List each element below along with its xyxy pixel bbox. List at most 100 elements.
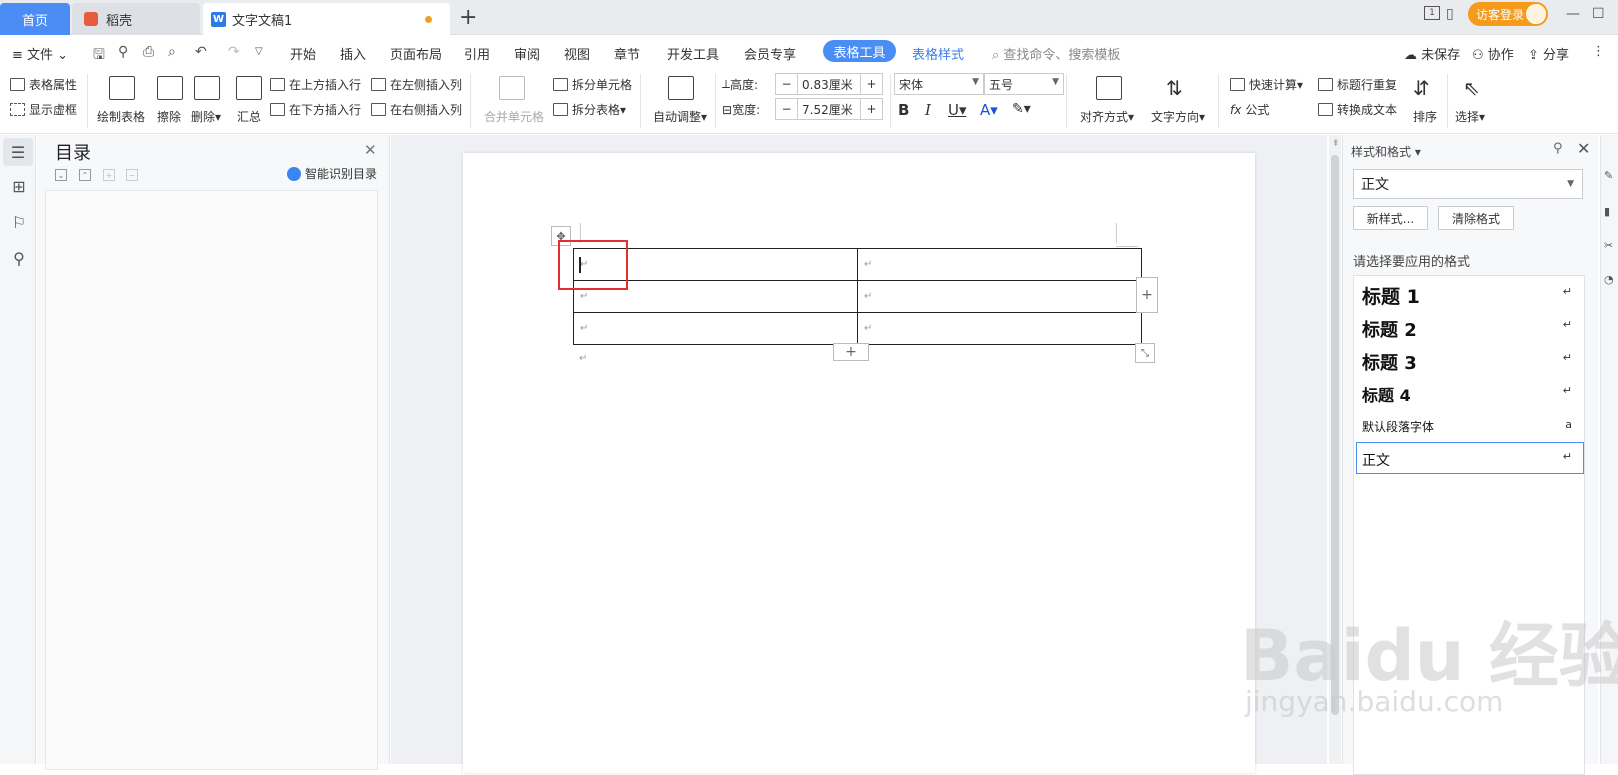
- bookmark-icon[interactable]: ⚐: [10, 213, 28, 232]
- more-menu-icon[interactable]: ⋮: [1592, 44, 1605, 59]
- document-page[interactable]: ✥ ↵ ↵ ↵ ↵ ↵ ↵ + + ⤡ ↵: [463, 153, 1255, 773]
- select-icon[interactable]: ▮: [1604, 205, 1616, 218]
- menu-dev-tools[interactable]: 开发工具: [667, 44, 719, 63]
- expand-icon[interactable]: ⌄: [55, 169, 67, 181]
- split-table-button[interactable]: 拆分表格 ▾: [553, 101, 626, 118]
- style-heading-2[interactable]: 标题 2: [1362, 316, 1417, 342]
- add-row-button[interactable]: +: [833, 343, 869, 361]
- scroll-top-icon[interactable]: ⇞: [1332, 139, 1340, 149]
- insert-left-button[interactable]: 在左侧插入列: [371, 76, 462, 93]
- delete-button[interactable]: 删除▾: [191, 108, 221, 125]
- tab-document[interactable]: W 文字文稿1: [203, 3, 450, 35]
- menu-member[interactable]: 会员专享: [744, 44, 796, 63]
- table-cell[interactable]: ↵: [857, 248, 1142, 281]
- menu-layout[interactable]: 页面布局: [390, 44, 442, 63]
- add-column-button[interactable]: +: [1136, 277, 1158, 313]
- tab-table-tools[interactable]: 表格工具: [823, 40, 896, 62]
- menu-insert[interactable]: 插入: [340, 44, 366, 63]
- highlight-icon[interactable]: ✎▾: [1012, 101, 1031, 117]
- window-count-icon[interactable]: 1: [1424, 6, 1440, 20]
- draw-table-button[interactable]: 绘制表格: [97, 108, 145, 125]
- login-button[interactable]: 访客登录: [1468, 2, 1548, 26]
- height-value[interactable]: 0.83厘米: [798, 76, 860, 93]
- width-value[interactable]: 7.52厘米: [798, 101, 860, 118]
- toc-icon[interactable]: ☰: [3, 138, 33, 166]
- remove-level-icon[interactable]: −: [126, 169, 138, 181]
- table-cell[interactable]: ↵: [857, 312, 1142, 345]
- minimize-button[interactable]: —: [1566, 6, 1580, 22]
- italic-icon[interactable]: I: [925, 101, 931, 119]
- formula-button[interactable]: fx 公式: [1230, 101, 1269, 118]
- menu-review[interactable]: 审阅: [514, 44, 540, 63]
- save-icon[interactable]: 🖫: [93, 44, 105, 68]
- maximize-button[interactable]: ☐: [1592, 6, 1605, 22]
- show-grid-button[interactable]: 显示虚框: [10, 101, 77, 118]
- font-color-icon[interactable]: A▾: [980, 101, 998, 119]
- style-body[interactable]: 正文: [1362, 450, 1390, 470]
- undo-icon[interactable]: ↶: [195, 44, 207, 60]
- tab-docer[interactable]: 稻壳: [72, 3, 200, 35]
- autofit-button[interactable]: 自动调整▾: [653, 108, 707, 125]
- quick-access-more-icon[interactable]: ▽: [255, 46, 263, 57]
- table-properties-button[interactable]: 表格属性: [10, 76, 77, 93]
- new-style-button[interactable]: 新样式...: [1353, 206, 1428, 230]
- menu-chapter[interactable]: 章节: [614, 44, 640, 63]
- add-level-icon[interactable]: +: [103, 169, 115, 181]
- window-layout-icon[interactable]: ▯: [1446, 6, 1454, 22]
- file-menu[interactable]: ≡ 文件 ⌄: [12, 44, 68, 63]
- close-icon[interactable]: ✕: [1577, 139, 1590, 158]
- help-icon[interactable]: ◔: [1604, 273, 1616, 286]
- close-icon[interactable]: ✕: [364, 141, 377, 159]
- table-resize-handle[interactable]: ⤡: [1135, 343, 1155, 363]
- tab-home[interactable]: 首页: [0, 3, 70, 35]
- erase-button[interactable]: 擦除: [157, 108, 181, 125]
- table-cell[interactable]: ↵: [573, 312, 858, 345]
- height-increase-button[interactable]: +: [860, 74, 882, 94]
- styles-panel-title[interactable]: 样式和格式 ▾: [1351, 143, 1421, 160]
- print-preview-icon[interactable]: ⌕: [168, 44, 176, 60]
- style-default-font[interactable]: 默认段落字体: [1362, 418, 1434, 435]
- clear-format-button[interactable]: 清除格式: [1438, 206, 1514, 230]
- print-icon[interactable]: ⎙: [143, 44, 154, 60]
- merge-cells-button[interactable]: 合并单元格: [484, 108, 544, 125]
- align-button[interactable]: 对齐方式▾: [1080, 108, 1134, 125]
- text-direction-button[interactable]: 文字方向▾: [1151, 108, 1205, 125]
- new-tab-button[interactable]: +: [459, 6, 477, 30]
- height-decrease-button[interactable]: −: [776, 74, 798, 94]
- menu-start[interactable]: 开始: [290, 44, 316, 63]
- tab-table-style[interactable]: 表格样式: [912, 44, 964, 63]
- summary-button[interactable]: 汇总: [237, 108, 261, 125]
- font-select[interactable]: 宋体 ▼: [894, 73, 984, 95]
- tool-icon[interactable]: ✂: [1604, 239, 1616, 252]
- ai-toc-button[interactable]: 智能识别目录: [287, 165, 377, 182]
- height-stepper[interactable]: − 0.83厘米 +: [775, 73, 883, 95]
- redo-icon[interactable]: ↷: [228, 44, 240, 60]
- underline-icon[interactable]: U▾: [948, 101, 967, 119]
- convert-to-text-button[interactable]: 转换成文本: [1318, 101, 1397, 118]
- style-heading-3[interactable]: 标题 3: [1362, 349, 1417, 375]
- sort-button[interactable]: 排序: [1413, 108, 1437, 125]
- header-repeat-button[interactable]: 标题行重复: [1318, 76, 1397, 93]
- share-button[interactable]: ⇪ 分享: [1528, 44, 1569, 63]
- quick-calc-button[interactable]: 快速计算 ▾: [1230, 76, 1303, 93]
- style-heading-1[interactable]: 标题 1: [1362, 282, 1420, 309]
- width-decrease-button[interactable]: −: [776, 99, 798, 119]
- insert-above-button[interactable]: 在上方插入行: [270, 76, 361, 93]
- table-cell[interactable]: ↵: [857, 280, 1142, 313]
- collapse-icon[interactable]: ⌃: [79, 169, 91, 181]
- split-cell-button[interactable]: 拆分单元格: [553, 76, 632, 93]
- command-search[interactable]: ⌕ 查找命令、搜索模板: [992, 44, 1120, 63]
- width-stepper[interactable]: − 7.52厘米 +: [775, 98, 883, 120]
- insert-right-button[interactable]: 在右侧插入列: [371, 101, 462, 118]
- menu-references[interactable]: 引用: [464, 44, 490, 63]
- search-icon[interactable]: ⚲: [10, 249, 28, 268]
- format-painter-icon[interactable]: ⚲: [118, 44, 128, 60]
- bold-icon[interactable]: B: [898, 101, 909, 119]
- collab-button[interactable]: ⚇ 协作: [1472, 44, 1514, 63]
- select-button[interactable]: 选择▾: [1455, 108, 1485, 125]
- style-icon[interactable]: ✎: [1604, 169, 1616, 182]
- current-style-select[interactable]: 正文 ▼: [1353, 169, 1583, 199]
- font-size-select[interactable]: 五号 ▼: [984, 73, 1064, 95]
- insert-below-button[interactable]: 在下方插入行: [270, 101, 361, 118]
- unsaved-status[interactable]: ☁ 未保存: [1404, 44, 1460, 63]
